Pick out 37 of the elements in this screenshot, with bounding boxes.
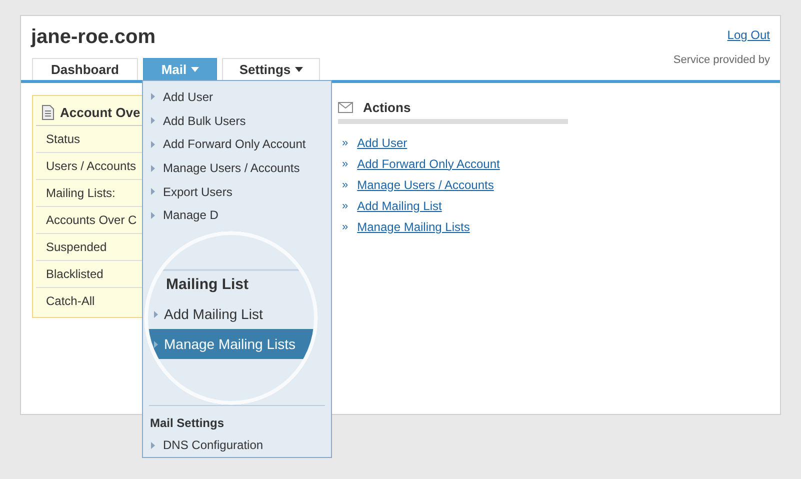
triangle-icon [151, 140, 155, 148]
menu-item[interactable]: Manage Mailing Lists [148, 329, 314, 359]
menu-item[interactable]: DNS Configuration [143, 433, 331, 458]
menu-item[interactable]: Add Mailing List [148, 299, 314, 329]
triangle-icon [154, 310, 158, 318]
action-link[interactable]: Add Forward Only Account [357, 156, 500, 170]
service-text: Service provided by [673, 54, 770, 66]
actions-title: Actions [363, 100, 411, 114]
site-title: jane-roe.com [31, 26, 156, 50]
action-link[interactable]: Add User [357, 136, 408, 150]
triangle-icon [151, 212, 155, 219]
action-link[interactable]: Manage Users / Accounts [357, 178, 494, 192]
triangle-icon [151, 188, 155, 196]
document-icon [42, 104, 54, 120]
menu-item[interactable]: Add User [143, 85, 331, 109]
action-link[interactable]: Manage Mailing Lists [357, 220, 470, 234]
chevron-icon: » [342, 158, 348, 170]
action-link[interactable]: Add Mailing List [357, 198, 442, 212]
triangle-icon [151, 442, 155, 449]
triangle-icon [151, 93, 155, 100]
logout-link[interactable]: Log Out [727, 28, 770, 42]
chevron-icon: » [342, 178, 348, 190]
chevron-icon: » [342, 200, 348, 212]
caret-icon [190, 67, 199, 72]
triangle-icon [151, 164, 155, 172]
triangle-icon [151, 117, 155, 124]
chevron-icon: » [342, 220, 348, 232]
triangle-icon [154, 340, 158, 348]
menu-heading: Mailing List [148, 269, 314, 299]
envelope-icon [338, 102, 353, 112]
panel-title: Account Ove [60, 104, 140, 120]
menu-heading: Mail Settings [149, 415, 226, 432]
nav-tab[interactable]: Settings [222, 58, 320, 80]
chevron-icon: » [342, 136, 348, 148]
caret-icon [294, 67, 303, 72]
nav-tab[interactable]: Dashboard [32, 58, 138, 80]
overview-row-text: Catch-All [45, 293, 96, 310]
